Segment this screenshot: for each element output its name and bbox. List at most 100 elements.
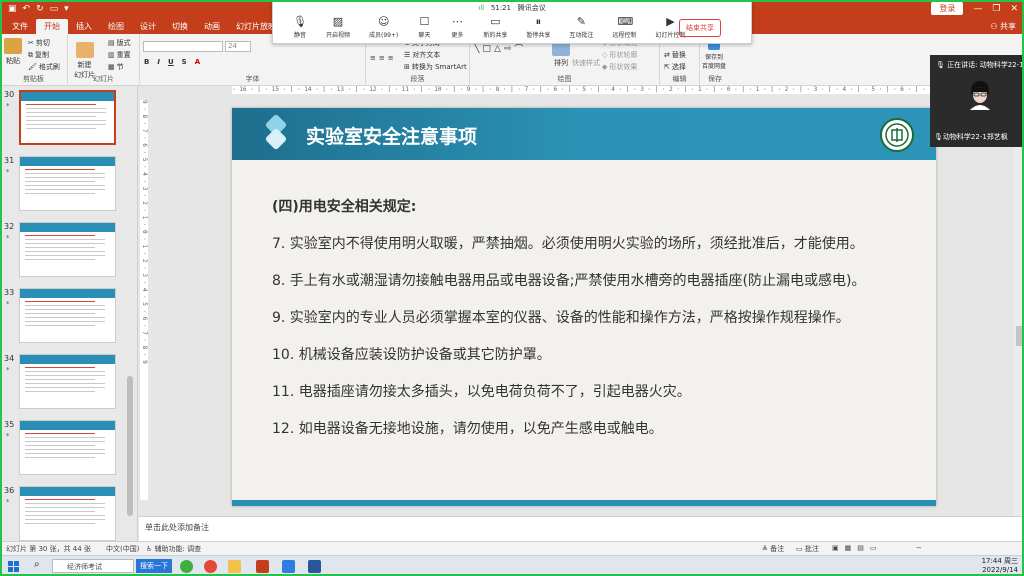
thumbnail-star: * bbox=[6, 168, 10, 176]
diamond-logo-icon bbox=[265, 115, 287, 150]
powerpoint-icon[interactable] bbox=[256, 560, 269, 573]
reset-button[interactable]: ▥ 重置 bbox=[108, 50, 131, 60]
accessibility-status[interactable]: ♿ 辅助功能: 调查 bbox=[146, 544, 201, 554]
slide-thumbnail[interactable] bbox=[19, 222, 116, 277]
browser-360-icon[interactable] bbox=[180, 560, 193, 573]
customize-icon[interactable]: ▾ bbox=[64, 4, 69, 14]
thumbnail-header bbox=[20, 487, 115, 496]
clock-time[interactable]: 17:44 周三 bbox=[982, 557, 1018, 566]
notes-pane[interactable]: 单击此处添加备注 bbox=[139, 516, 1024, 541]
notes-toggle[interactable]: ≜ 备注 bbox=[762, 544, 784, 554]
slide-scrollbar[interactable] bbox=[1014, 86, 1024, 516]
thumbnail-text-line bbox=[25, 433, 95, 434]
meeting-tool-label: 远程控制 bbox=[612, 32, 637, 39]
cut-button[interactable]: ✂ 剪切 bbox=[28, 38, 50, 48]
meeting-tool-pause-share[interactable]: ⏸ 暂停共享 bbox=[526, 16, 550, 40]
meeting-tool-new-share[interactable]: ▭ 新的共享 bbox=[483, 16, 507, 40]
slide-footer-band bbox=[232, 500, 936, 506]
file-explorer-icon[interactable] bbox=[228, 560, 241, 573]
sorter-view-icon[interactable]: ▦ bbox=[845, 544, 858, 552]
italic-icon[interactable]: I bbox=[157, 58, 160, 66]
scissors-icon: ✂ bbox=[28, 39, 34, 47]
meeting-tool-members[interactable]: ☺ 成员(99+) bbox=[369, 15, 398, 40]
save-to-baidu-button[interactable]: 保存到 百度网盘 bbox=[702, 42, 726, 70]
meeting-tool-label: 静音 bbox=[293, 32, 306, 39]
participant-name: 🎙动物科学22-1郑艺枫 bbox=[934, 133, 1008, 141]
thumbnail-text-line bbox=[25, 499, 95, 500]
align-left-icon[interactable]: ≡ bbox=[370, 54, 376, 62]
word-icon[interactable] bbox=[308, 560, 321, 573]
meeting-tool-video-off[interactable]: ▨ 开启视频 bbox=[326, 16, 350, 40]
slide-thumbnail[interactable] bbox=[19, 288, 116, 343]
zoom-out-button[interactable]: − bbox=[916, 544, 922, 552]
font-family-select[interactable] bbox=[143, 41, 223, 52]
format-painter-button[interactable]: 🖌 格式刷 bbox=[28, 62, 60, 72]
arrange-button[interactable]: 排列 bbox=[552, 40, 570, 68]
paste-button[interactable]: 粘贴 bbox=[4, 38, 22, 66]
current-slide[interactable]: 实验室安全注意事项 (四)用电安全相关规定: 7. 实验室内不得使用明火取暖，严… bbox=[232, 108, 936, 506]
copy-button[interactable]: ⧉ 复制 bbox=[28, 50, 49, 60]
tab-file[interactable]: 文件 bbox=[4, 19, 36, 34]
meeting-tool-chat[interactable]: ☐ 聊天 bbox=[417, 16, 431, 40]
meeting-tool-remote-control[interactable]: ⌨ 远程控制 bbox=[612, 16, 637, 40]
slide-thumbnail[interactable] bbox=[19, 354, 116, 409]
thumbnail-text-line bbox=[25, 305, 105, 306]
meeting-tool-mic[interactable]: 🎙 静音 bbox=[293, 16, 307, 40]
tencent-meeting-icon[interactable] bbox=[282, 560, 295, 573]
language-indicator[interactable]: 中文(中国) bbox=[106, 544, 139, 554]
tab-home[interactable]: 开始 bbox=[36, 19, 68, 34]
layout-button[interactable]: ▤ 版式 bbox=[108, 38, 131, 48]
shape-effects-button[interactable]: ◆ 形状效果 bbox=[602, 62, 637, 72]
reading-view-icon[interactable]: ▤ bbox=[857, 544, 870, 552]
slide-thumbnail[interactable] bbox=[19, 420, 116, 475]
tab-animations[interactable]: 动画 bbox=[196, 19, 228, 34]
tab-design[interactable]: 设计 bbox=[132, 19, 164, 34]
underline-icon[interactable]: U bbox=[168, 58, 174, 66]
quick-styles-button[interactable]: 快速样式 bbox=[572, 58, 600, 68]
replace-button[interactable]: ⇄ 替换 bbox=[664, 50, 686, 60]
end-share-button[interactable]: 结束共享 bbox=[679, 19, 721, 37]
windows-start-icon[interactable] bbox=[8, 561, 19, 572]
members-icon: ☺ bbox=[377, 15, 390, 28]
strikethrough-icon[interactable]: S bbox=[182, 58, 187, 66]
redo-icon[interactable]: ↻ bbox=[36, 4, 44, 14]
slide-thumbnail[interactable] bbox=[19, 90, 116, 145]
smartart-button[interactable]: ⊞ 转换为 SmartArt bbox=[404, 62, 467, 72]
meeting-tool-more[interactable]: ⋯ 更多 bbox=[450, 16, 464, 40]
bold-icon[interactable]: B bbox=[144, 58, 149, 66]
shape-outline-button[interactable]: ◇ 形状轮廓 bbox=[602, 50, 637, 60]
chrome-icon[interactable] bbox=[204, 560, 217, 573]
tab-transitions[interactable]: 切换 bbox=[164, 19, 196, 34]
slide-thumbnail[interactable] bbox=[19, 486, 116, 541]
slideshow-icon[interactable]: ▭ bbox=[50, 4, 59, 14]
search-icon[interactable]: ⌕ bbox=[34, 559, 40, 570]
scrollbar-thumb[interactable] bbox=[1016, 326, 1022, 346]
tab-draw[interactable]: 绘图 bbox=[100, 19, 132, 34]
align-center-icon[interactable]: ≡ bbox=[379, 54, 385, 62]
minimize-icon[interactable]: — bbox=[973, 4, 982, 14]
slideshow-view-icon[interactable]: ▭ bbox=[870, 544, 883, 552]
tab-insert[interactable]: 插入 bbox=[68, 19, 100, 34]
font-size-select[interactable]: 24 bbox=[225, 41, 251, 52]
copy-icon: ⧉ bbox=[28, 50, 33, 59]
close-icon[interactable]: ✕ bbox=[1010, 4, 1018, 14]
restore-icon[interactable]: ❐ bbox=[992, 4, 1000, 14]
paragraph-align-buttons: ≡ ≡ ≡ bbox=[370, 54, 394, 62]
undo-icon[interactable]: ↶ bbox=[23, 4, 31, 14]
select-button[interactable]: ⇱ 选择 bbox=[664, 62, 686, 72]
taskbar-search-input[interactable]: 经济师考试 bbox=[52, 559, 134, 573]
align-right-icon[interactable]: ≡ bbox=[388, 54, 394, 62]
font-color-icon[interactable]: A bbox=[195, 58, 200, 66]
align-text-button[interactable]: ☰ 对齐文本 bbox=[404, 50, 440, 60]
thumbnails-scrollbar[interactable] bbox=[127, 376, 133, 516]
comments-toggle[interactable]: ▭ 批注 bbox=[796, 544, 819, 554]
save-icon[interactable]: ▣ bbox=[8, 4, 17, 14]
meeting-tool-annotate[interactable]: ✎ 互动批注 bbox=[569, 16, 593, 40]
section-button[interactable]: ▦ 节 bbox=[108, 62, 124, 72]
normal-view-icon[interactable]: ▣ bbox=[832, 544, 845, 552]
slide-thumbnail[interactable] bbox=[19, 156, 116, 211]
login-button[interactable]: 登录 bbox=[931, 2, 964, 15]
share-button[interactable]: ⚇ 共享 bbox=[990, 21, 1016, 32]
clock-date[interactable]: 2022/9/14 bbox=[982, 566, 1018, 575]
taskbar-search-button[interactable]: 搜索一下 bbox=[136, 559, 172, 573]
